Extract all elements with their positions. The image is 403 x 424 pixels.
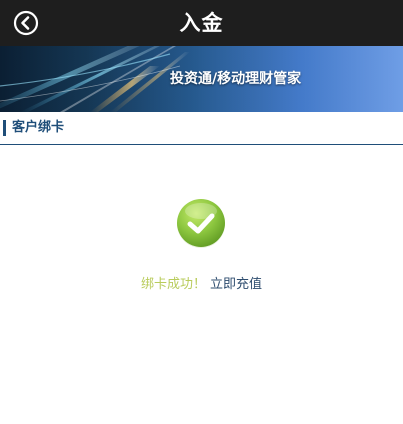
section-title: 客户绑卡 [12, 120, 65, 135]
check-circle-icon [177, 199, 225, 248]
page: 入金 投资通/移动理财管家 客户绑卡 绑卡成功！ 立即充值 [0, 0, 403, 424]
recharge-now-link[interactable]: 立即充值 [210, 277, 262, 292]
section-header: 客户绑卡 [0, 112, 403, 145]
section-accent-bar [3, 120, 6, 136]
success-check-icon [175, 197, 227, 249]
banner-slogan: 投资通/移动理财管家 [170, 71, 302, 87]
top-navigation-bar: 入金 [0, 0, 403, 46]
banner: 投资通/移动理财管家 [0, 46, 403, 112]
bind-success-text: 绑卡成功！ [140, 277, 206, 292]
result-message: 绑卡成功！ 立即充值 [0, 273, 403, 292]
page-title: 入金 [179, 11, 224, 35]
